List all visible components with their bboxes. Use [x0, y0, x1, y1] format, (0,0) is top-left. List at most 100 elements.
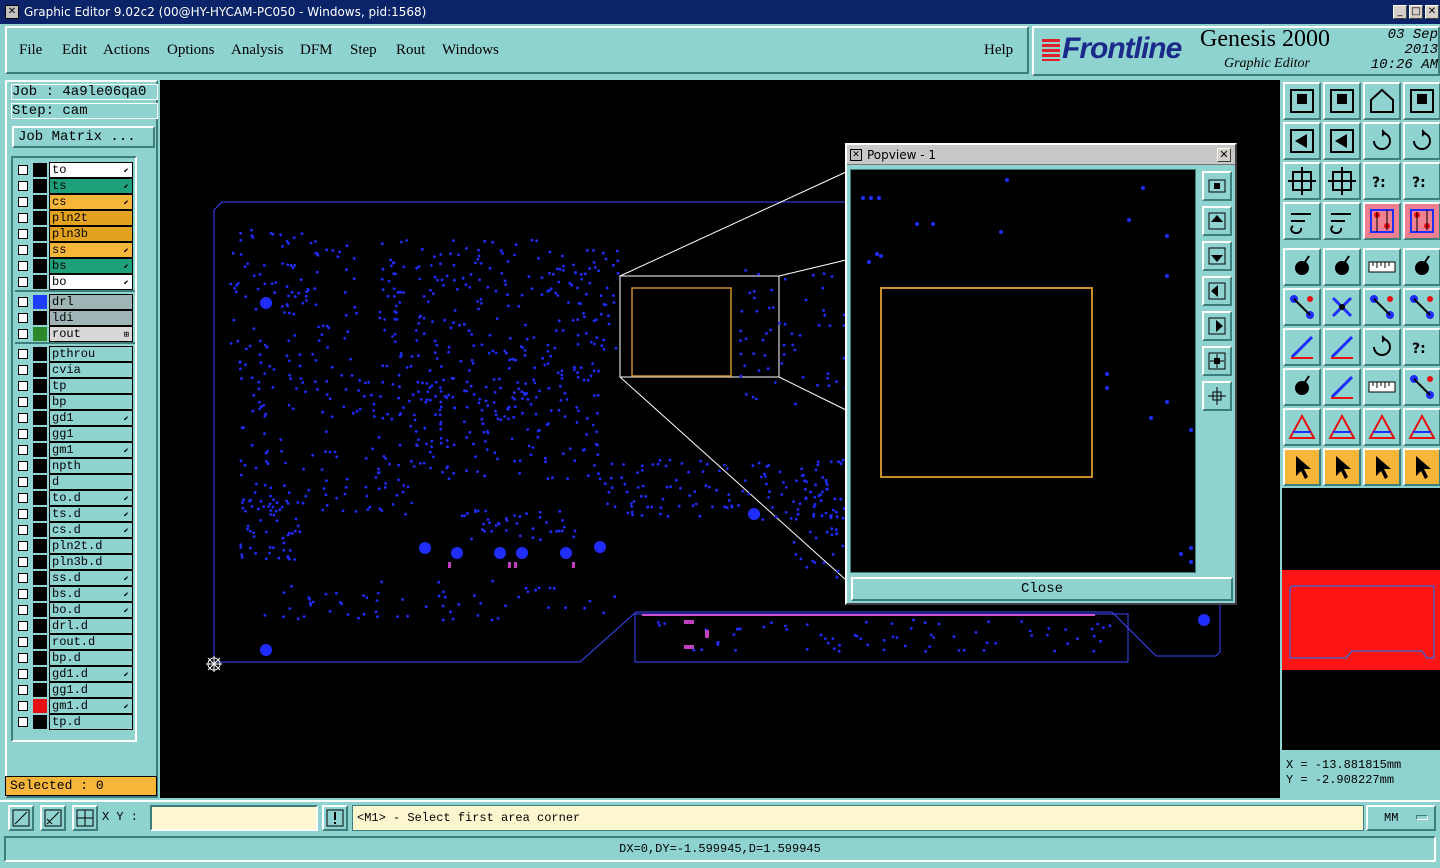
select-step-button[interactable] — [1403, 448, 1440, 486]
layer-checkbox[interactable] — [18, 429, 28, 439]
measure-button[interactable] — [40, 805, 66, 831]
layer-checkbox[interactable] — [18, 653, 28, 663]
add-pad-button[interactable] — [1283, 248, 1321, 286]
layer-toggle-b-button[interactable] — [1403, 202, 1440, 240]
layer-name[interactable]: bs ⬋ — [49, 258, 133, 274]
layer-name[interactable]: ts ⬋ — [49, 178, 133, 194]
layer-checkbox[interactable] — [18, 525, 28, 535]
add-circle-button[interactable] — [1403, 248, 1440, 286]
layer-color-swatch[interactable] — [33, 619, 47, 633]
minimize-button[interactable]: _ — [1393, 5, 1407, 19]
layer-color-swatch[interactable] — [33, 179, 47, 193]
grid-button[interactable] — [72, 805, 98, 831]
layer-row-ss-d[interactable]: ss.d ⬋ — [15, 570, 135, 586]
layer-name[interactable]: ldi — [49, 310, 133, 326]
help-query-button[interactable]: ?: — [1403, 162, 1440, 200]
triangle-b-button[interactable] — [1323, 408, 1361, 446]
layer-row-tp-d[interactable]: tp.d — [15, 714, 135, 730]
rotate-feature-button[interactable] — [1363, 328, 1401, 366]
layer-checkbox[interactable] — [18, 621, 28, 631]
popview-viewport[interactable] — [850, 169, 1196, 573]
connect-points-button[interactable] — [1283, 288, 1321, 326]
layer-color-swatch[interactable] — [33, 491, 47, 505]
layer-color-swatch[interactable] — [33, 555, 47, 569]
popview-zoom-out-button[interactable] — [1202, 381, 1232, 411]
layer-color-swatch[interactable] — [33, 243, 47, 257]
layer-name[interactable]: gm1 ⬋ — [49, 442, 133, 458]
layer-row-gg1-d[interactable]: gg1.d — [15, 682, 135, 698]
layer-checkbox[interactable] — [18, 165, 28, 175]
menu-edit[interactable]: Edit — [62, 42, 87, 59]
undo-view-button[interactable] — [1363, 122, 1401, 160]
pan-left-button[interactable] — [1283, 122, 1321, 160]
layer-name[interactable]: bo ⬋ — [49, 274, 133, 290]
layer-name[interactable]: gg1 — [49, 426, 133, 442]
layer-row-bp-d[interactable]: bp.d — [15, 650, 135, 666]
add-line-button[interactable] — [1323, 248, 1361, 286]
layer-checkbox[interactable] — [18, 445, 28, 455]
zoom-home-button[interactable] — [1283, 82, 1321, 120]
popview-pan-right-button[interactable] — [1202, 311, 1232, 341]
layer-color-swatch[interactable] — [33, 459, 47, 473]
layer-checkbox[interactable] — [18, 413, 28, 423]
layer-color-swatch[interactable] — [33, 683, 47, 697]
layer-row-gm1[interactable]: gm1 ⬋ — [15, 442, 135, 458]
layer-checkbox[interactable] — [18, 329, 28, 339]
layer-row-drl[interactable]: drl — [15, 294, 135, 310]
layer-checkbox[interactable] — [18, 349, 28, 359]
layer-row-gg1[interactable]: gg1 — [15, 426, 135, 442]
layer-color-swatch[interactable] — [33, 327, 47, 341]
layer-checkbox[interactable] — [18, 605, 28, 615]
layer-row-pln2t-d[interactable]: pln2t.d — [15, 538, 135, 554]
maximize-button[interactable]: □ — [1409, 5, 1423, 19]
layer-color-swatch[interactable] — [33, 475, 47, 489]
layer-color-swatch[interactable] — [33, 195, 47, 209]
menu-rout[interactable]: Rout — [396, 42, 425, 59]
layer-checkbox[interactable] — [18, 637, 28, 647]
layer-color-swatch[interactable] — [33, 635, 47, 649]
layer-name[interactable]: bo.d ⬋ — [49, 602, 133, 618]
layer-color-swatch[interactable] — [33, 587, 47, 601]
layer-row-cvia[interactable]: cvia — [15, 362, 135, 378]
layer-color-swatch[interactable] — [33, 539, 47, 553]
layer-checkbox[interactable] — [18, 381, 28, 391]
resize-line-button[interactable] — [1323, 368, 1361, 406]
move-point-button[interactable] — [1363, 288, 1401, 326]
layer-name[interactable]: rout.d — [49, 634, 133, 650]
layer-row-ts[interactable]: ts ⬋ — [15, 178, 135, 194]
layer-checkbox[interactable] — [18, 717, 28, 727]
layer-row-d[interactable]: d — [15, 474, 135, 490]
layer-color-swatch[interactable] — [33, 379, 47, 393]
layer-row-drl-d[interactable]: drl.d — [15, 618, 135, 634]
layer-checkbox[interactable] — [18, 557, 28, 567]
layer-checkbox[interactable] — [18, 245, 28, 255]
popview-zoom-in-button[interactable] — [1202, 346, 1232, 376]
layer-checkbox[interactable] — [18, 573, 28, 583]
layer-name[interactable]: ts.d ⬋ — [49, 506, 133, 522]
layer-color-swatch[interactable] — [33, 163, 47, 177]
layer-color-swatch[interactable] — [33, 715, 47, 729]
menu-actions[interactable]: Actions — [103, 42, 150, 59]
layer-name[interactable]: to ⬋ — [49, 162, 133, 178]
select-pointer-button[interactable] — [1283, 448, 1321, 486]
layer-row-gd1-d[interactable]: gd1.d ⬋ — [15, 666, 135, 682]
layer-name[interactable]: ss ⬋ — [49, 242, 133, 258]
layer-row-ts-d[interactable]: ts.d ⬋ — [15, 506, 135, 522]
layer-checkbox[interactable] — [18, 589, 28, 599]
layer-row-gm1-d[interactable]: gm1.d ⬋ — [15, 698, 135, 714]
layer-name[interactable]: gm1.d ⬋ — [49, 698, 133, 714]
measure-ruler-button[interactable] — [1363, 248, 1401, 286]
layer-name[interactable]: rout ⊞ — [49, 326, 133, 342]
window-split-button[interactable] — [1403, 82, 1440, 120]
select-line-button[interactable] — [1323, 328, 1361, 366]
layer-checkbox[interactable] — [18, 213, 28, 223]
units-select[interactable]: MM — [1366, 805, 1436, 831]
layer-row-bo[interactable]: bo ⬋ — [15, 274, 135, 290]
layer-color-swatch[interactable] — [33, 443, 47, 457]
edit-pad-button[interactable] — [1283, 368, 1321, 406]
layer-row-pln2t[interactable]: pln2t — [15, 210, 135, 226]
layer-name[interactable]: pln2t — [49, 210, 133, 226]
layer-color-swatch[interactable] — [33, 259, 47, 273]
zoom-up-button[interactable] — [1323, 82, 1361, 120]
layer-color-swatch[interactable] — [33, 211, 47, 225]
